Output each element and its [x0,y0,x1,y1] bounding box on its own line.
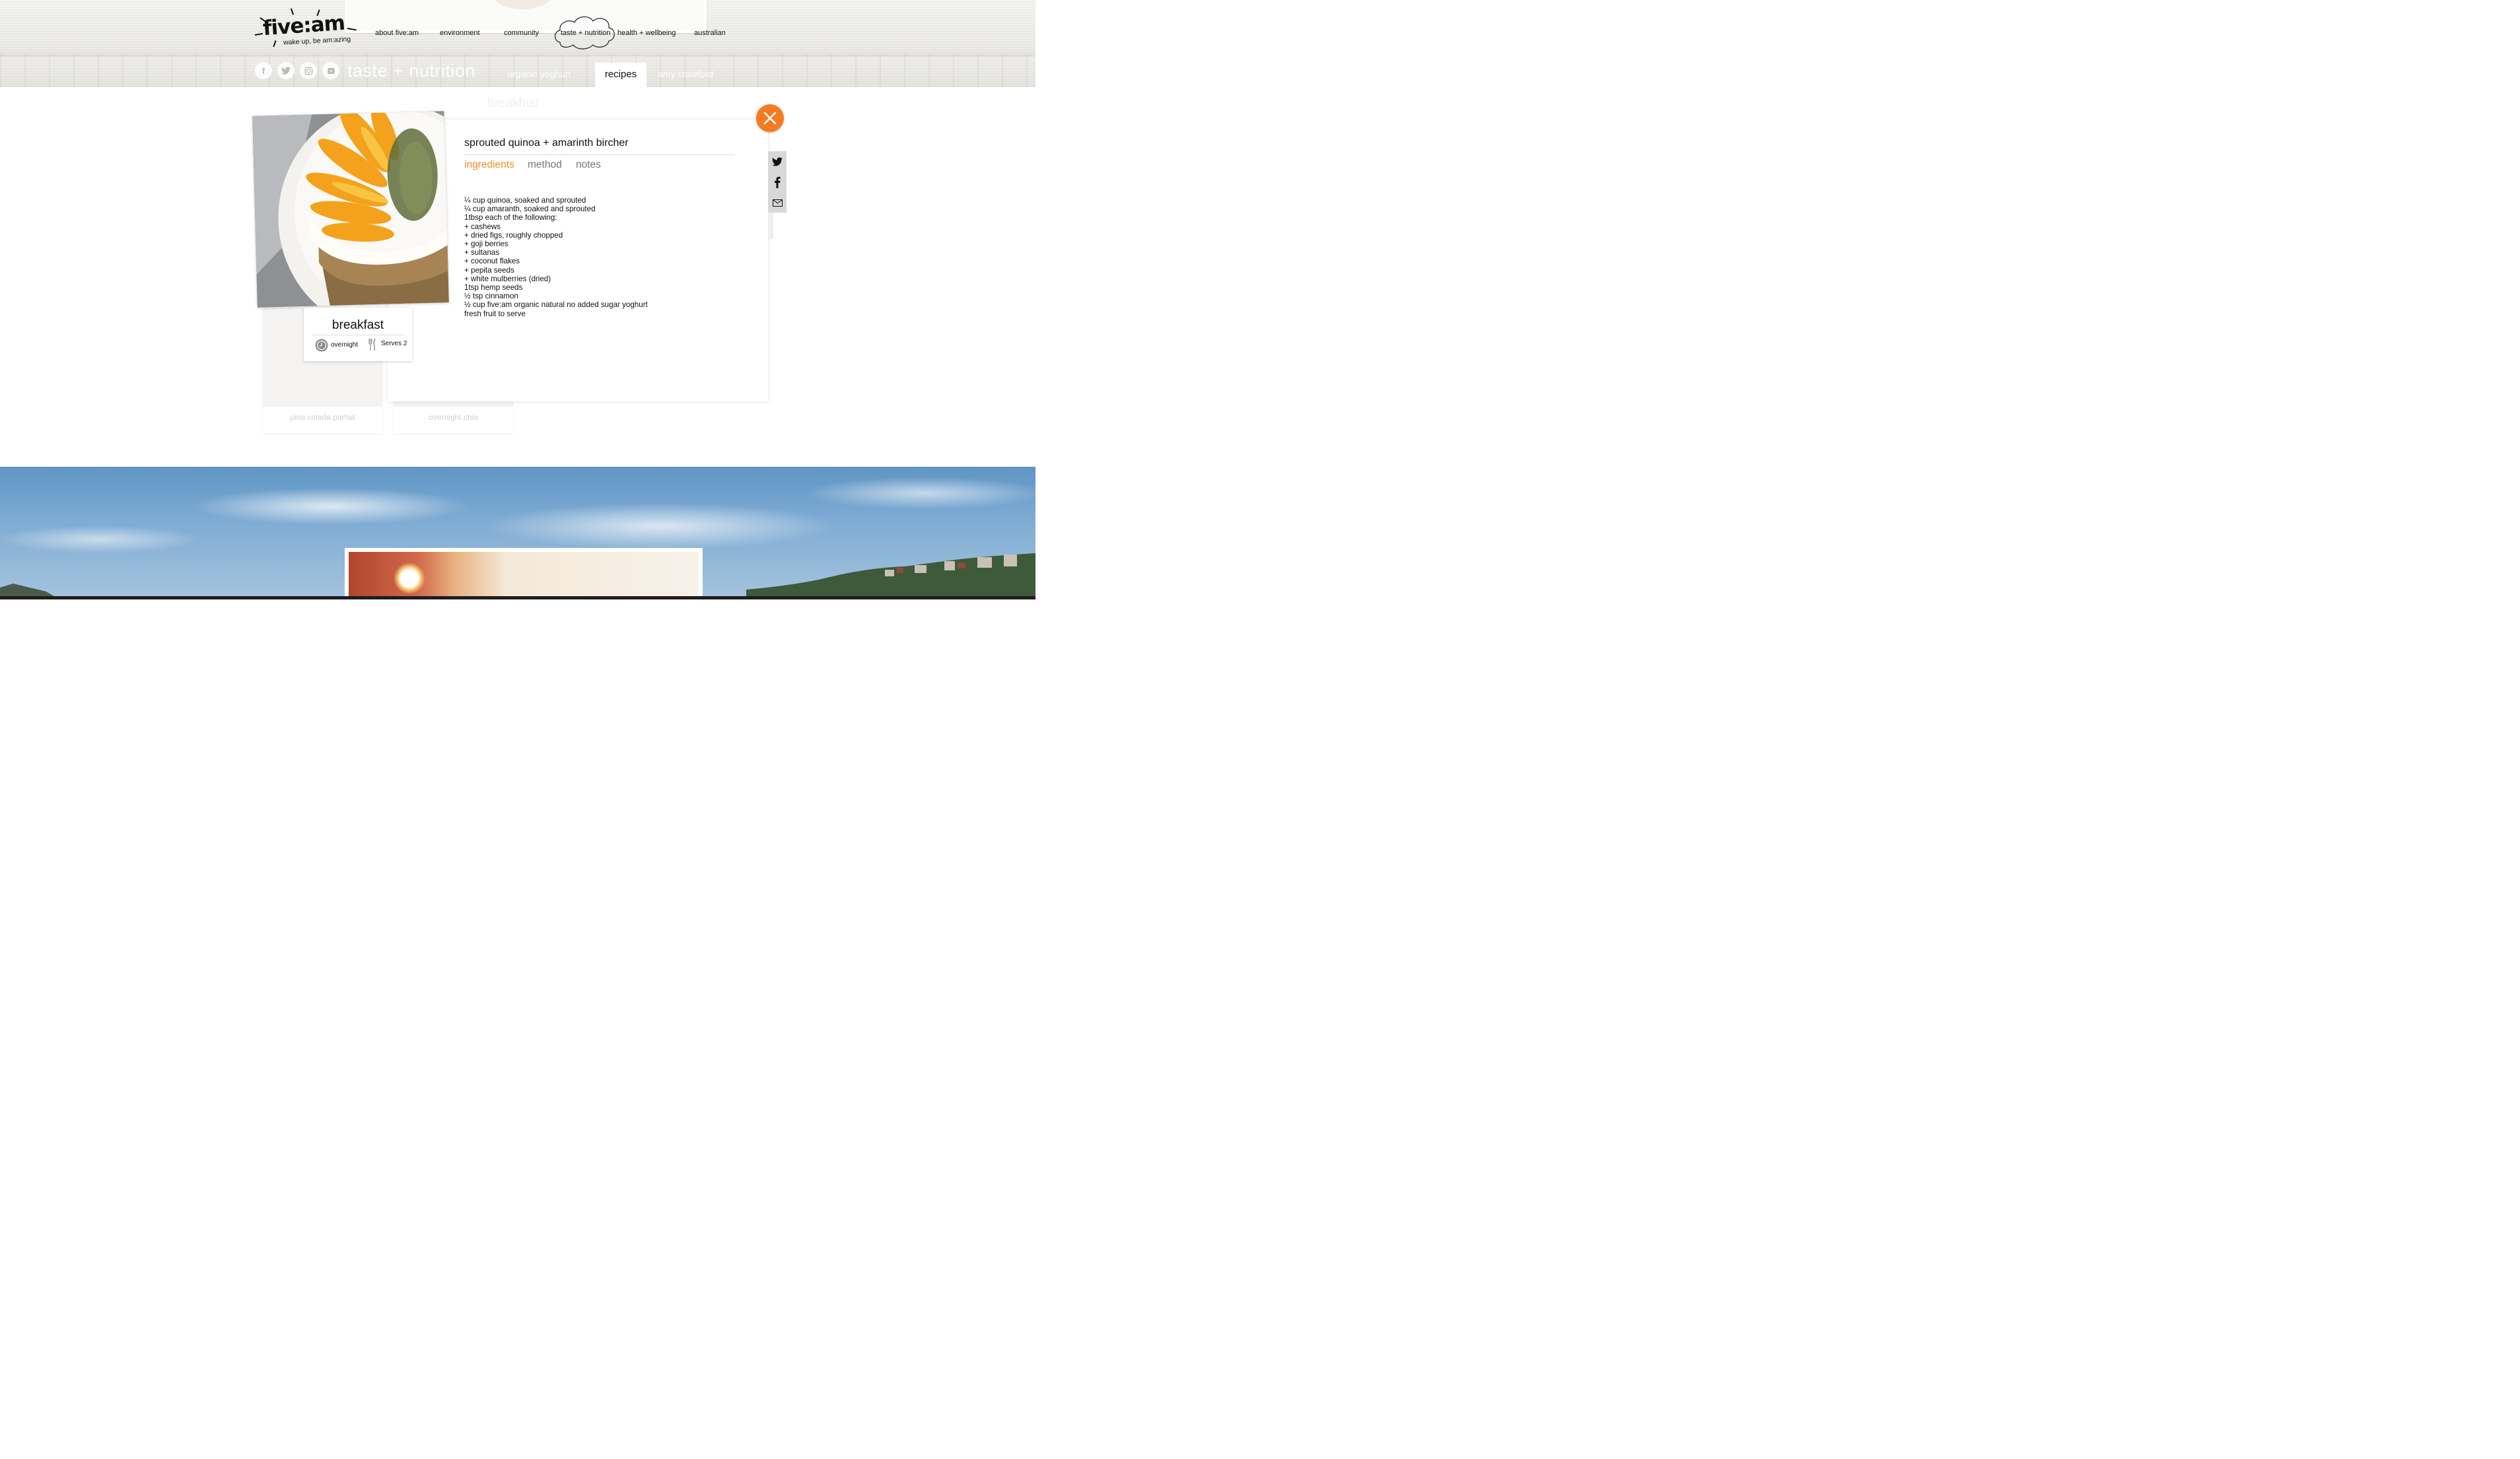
ingredient-item: + sultanas [464,248,500,257]
tab-amy-crawford[interactable]: amy crawford [658,69,713,79]
share-bar [768,151,787,213]
recipe-title: sprouted quinoa + amarinth bircher [464,137,629,149]
ingredients-list: ¼ cup quinoa, soaked and sprouted ¼ cup … [464,196,648,318]
share-email-button[interactable] [768,193,787,213]
ingredient-item: + goji berries [464,240,508,249]
cutlery-icon [368,338,376,351]
bottom-bar [0,596,1035,599]
recipe-photo [252,111,449,308]
ingredient-item: + white mulberries (dried) [464,274,551,283]
five-am-logo[interactable]: five:am wake up, be am:azing [254,8,361,51]
ingredient-item: ½ cup five:am organic natural no added s… [464,300,648,310]
clock-icon [315,339,328,352]
ingredient-item: ¼ cup quinoa, soaked and sprouted [464,196,586,205]
recipe-category: breakfast [332,318,384,332]
instagram-icon[interactable] [300,62,317,79]
nav-community[interactable]: community [504,29,539,37]
nav-about[interactable]: about five:am [375,29,419,37]
share-facebook-button[interactable] [768,172,787,192]
tab-method[interactable]: method [528,159,562,171]
nav-health-wellbeing[interactable]: health + wellbeing [617,29,676,37]
close-button[interactable] [756,104,784,132]
hero-photo-card [345,0,707,33]
email-icon [772,199,783,207]
ingredient-item: fresh fruit to serve [464,309,526,318]
ingredient-item: + cashews [464,222,501,231]
prep-time: overnight [331,341,359,349]
ingredient-item: + coconut flakes [464,257,520,266]
coastline-image [746,553,1035,599]
servings: Serves 2 [381,340,407,347]
section-title: taste + nutrition [347,61,475,81]
grid-heading: breakfast [487,96,540,110]
youtube-icon[interactable] [322,62,339,79]
nav-taste-nutrition[interactable]: taste + nutrition [561,29,611,37]
tab-recipes[interactable]: recipes [595,63,647,87]
close-icon [763,112,777,125]
twitter-icon[interactable] [277,62,295,79]
nav-australian[interactable]: australian [694,29,726,37]
share-twitter-button[interactable] [768,152,787,172]
ingredient-item: ¼ cup amaranth, soaked and sprouted [464,205,596,214]
nav-environment[interactable]: environment [440,29,480,37]
featured-video-card[interactable] [345,548,703,599]
tab-organic-yoghurt[interactable]: organic yoghurt [507,69,571,79]
recipe-card-caption: pina colada parfait [290,413,355,422]
ingredient-item: + pepita seeds [464,265,514,275]
facebook-icon [775,176,781,188]
recipe-info-card: breakfast overnight Serves 2 [304,308,412,361]
ingredient-item: + dried figs, roughly chopped [464,230,563,240]
ingredient-item: 1tsp hemp seeds [464,283,523,292]
page: five:am wake up, be am:azing about five:… [0,0,1035,599]
title-divider [464,154,735,155]
recipe-card-caption: overnight chia [429,413,478,422]
twitter-icon [772,157,783,166]
scrollbar[interactable] [768,213,773,239]
ingredient-item: ½ tsp cinnamon [464,292,518,301]
tab-ingredients[interactable]: ingredients [464,159,514,171]
tab-notes[interactable]: notes [576,159,601,171]
facebook-icon[interactable]: f [255,62,272,79]
ingredient-item: 1tbsp each of the following: [464,213,557,222]
